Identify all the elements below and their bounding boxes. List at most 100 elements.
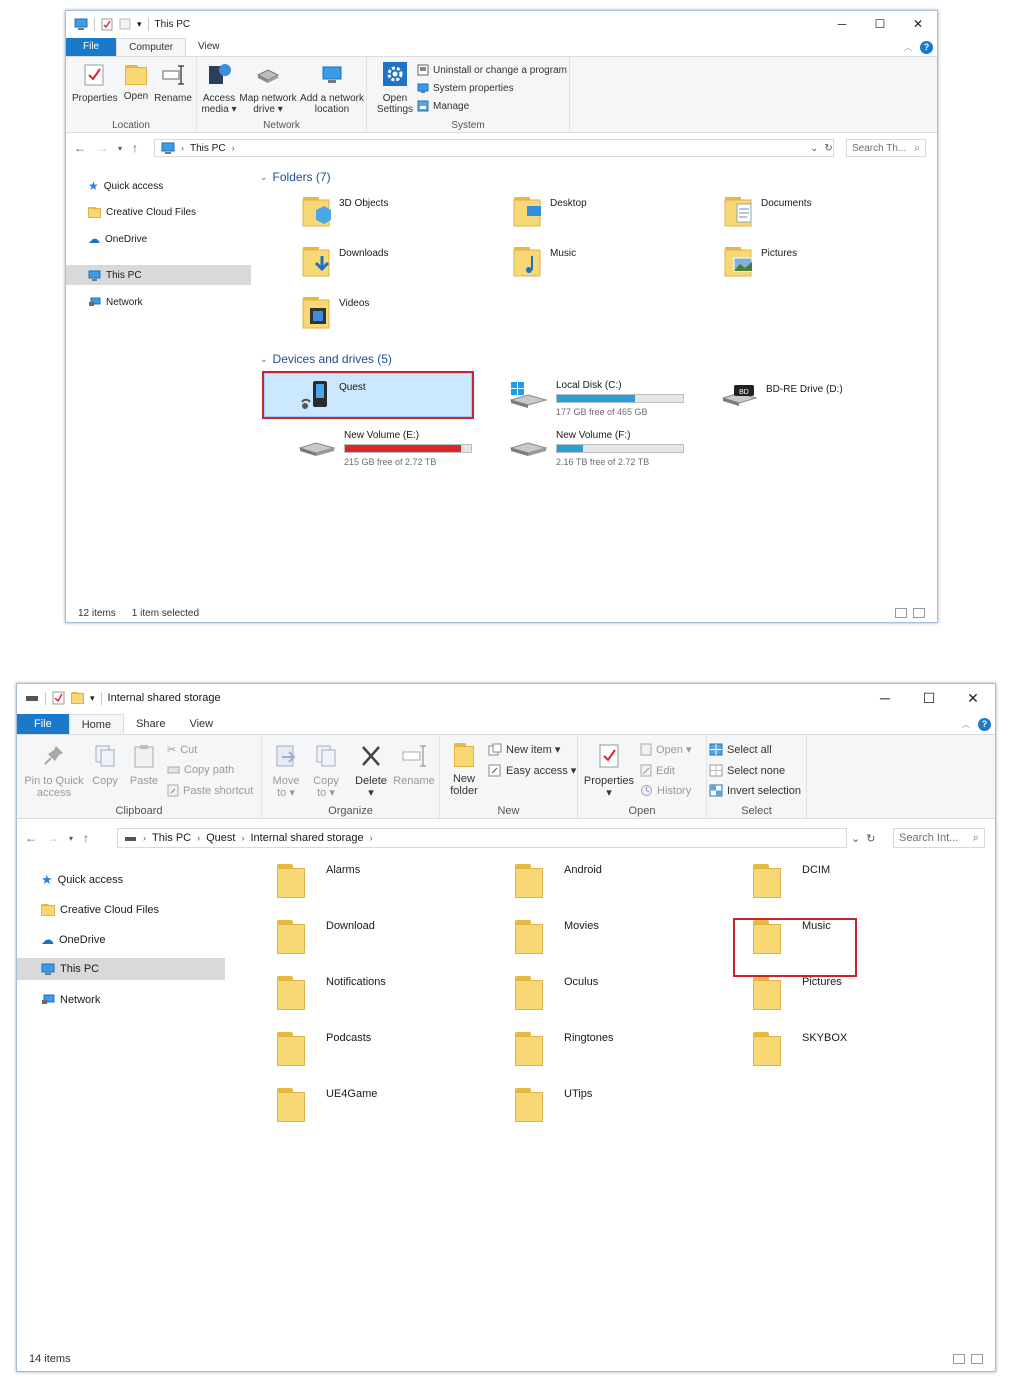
properties-button[interactable]: Properties — [72, 63, 118, 104]
copy-path-button[interactable]: Copy path — [167, 764, 234, 776]
folder-tile-music[interactable]: Music — [513, 244, 576, 278]
folder-tile-skybox[interactable]: SKYBOX — [753, 1032, 847, 1066]
large-icons-view-icon[interactable] — [971, 1354, 983, 1364]
move-to-button[interactable]: Move to ▾ — [268, 743, 304, 800]
drive-tile-f[interactable]: New Volume (F:) 2.16 TB free of 2.72 TB — [508, 426, 684, 467]
nav-item-creative-cloud[interactable]: Creative Cloud Files — [66, 201, 251, 223]
nav-item-onedrive[interactable]: ☁ OneDrive — [17, 928, 225, 952]
manage-button[interactable]: Manage — [417, 100, 469, 112]
tab-share[interactable]: Share — [124, 714, 177, 734]
breadcrumb-chevron-icon[interactable]: › — [197, 833, 200, 843]
recent-locations-icon[interactable]: ▾ — [69, 834, 73, 843]
nav-item-onedrive[interactable]: ☁ OneDrive — [66, 228, 251, 250]
nav-item-network[interactable]: Network — [66, 291, 251, 313]
pin-to-quick-access-button[interactable]: Pin to Quick access — [21, 743, 87, 800]
device-tile-quest[interactable]: Quest — [264, 373, 472, 417]
paste-button[interactable]: Paste — [127, 743, 161, 787]
drive-tile-c[interactable]: Local Disk (C:) 177 GB free of 465 GB — [508, 376, 684, 417]
new-folder-button[interactable]: New folder — [446, 743, 482, 798]
nav-item-this-pc[interactable]: This PC — [17, 958, 225, 980]
nav-item-quick-access[interactable]: ★ Quick access — [17, 868, 225, 892]
section-header-folders[interactable]: ⌄ Folders (7) — [260, 170, 331, 184]
breadcrumb-this-pc[interactable]: This PC — [152, 832, 191, 844]
breadcrumb-internal-storage[interactable]: Internal shared storage — [250, 832, 363, 844]
uninstall-program-button[interactable]: Uninstall or change a program — [417, 64, 567, 76]
breadcrumb-quest[interactable]: Quest — [206, 832, 235, 844]
refresh-icon[interactable]: ↻ — [866, 832, 875, 845]
back-arrow-icon[interactable]: ← — [25, 831, 37, 845]
folder-tile-android[interactable]: Android — [515, 864, 602, 898]
recent-locations-icon[interactable]: ▾ — [118, 144, 122, 153]
properties-button[interactable]: Properties ▾ — [582, 743, 636, 800]
tab-view[interactable]: View — [186, 38, 232, 56]
address-bar[interactable]: › This PC › — [154, 139, 834, 157]
tab-file[interactable]: File — [66, 38, 117, 56]
folder-tile-ue4game[interactable]: UE4Game — [277, 1088, 377, 1122]
folder-tile-dcim[interactable]: DCIM — [753, 864, 830, 898]
folder-tile-documents[interactable]: Documents — [724, 194, 812, 228]
new-folder-icon[interactable] — [119, 18, 131, 30]
open-settings-button[interactable]: Open Settings — [375, 61, 415, 116]
folder-tile-podcasts[interactable]: Podcasts — [277, 1032, 371, 1066]
properties-check-icon[interactable] — [52, 691, 65, 705]
maximize-button[interactable]: ☐ — [907, 684, 951, 712]
folder-tile-3d-objects[interactable]: 3D Objects — [302, 194, 388, 228]
folder-tile-alarms[interactable]: Alarms — [277, 864, 360, 898]
folder-tile-utips[interactable]: UTips — [515, 1088, 592, 1122]
back-arrow-icon[interactable]: ← — [74, 141, 86, 155]
breadcrumb-this-pc[interactable]: This PC — [190, 143, 226, 154]
folder-tile-ringtones[interactable]: Ringtones — [515, 1032, 614, 1066]
breadcrumb-chevron-icon[interactable]: › — [370, 833, 373, 843]
search-input[interactable]: Search Th... ⌕ — [846, 139, 926, 157]
tab-file[interactable]: File — [17, 714, 69, 734]
nav-item-this-pc[interactable]: This PC — [66, 265, 251, 285]
help-icon[interactable]: ? — [978, 717, 991, 731]
forward-arrow-icon[interactable]: → — [47, 831, 59, 845]
cut-button[interactable]: ✂ Cut — [167, 743, 197, 757]
breadcrumb-chevron-icon[interactable]: › — [241, 833, 244, 843]
folder-tile-pictures[interactable]: Pictures — [724, 244, 797, 278]
folder-tile-downloads[interactable]: Downloads — [302, 244, 388, 278]
minimize-button[interactable]: ─ — [823, 11, 861, 37]
copy-button[interactable]: Copy — [89, 743, 121, 787]
drive-tile-d[interactable]: BD BD-RE Drive (D:) — [720, 376, 843, 410]
collapse-ribbon-icon[interactable]: ︿ — [962, 719, 970, 730]
folder-tile-videos[interactable]: Videos — [302, 294, 369, 330]
folder-tile-oculus[interactable]: Oculus — [515, 976, 598, 1010]
breadcrumb-chevron-icon[interactable]: › — [181, 143, 184, 153]
copy-to-button[interactable]: Copy to ▾ — [308, 743, 344, 800]
invert-selection-button[interactable]: Invert selection — [709, 784, 801, 797]
paste-shortcut-button[interactable]: Paste shortcut — [167, 784, 253, 797]
nav-item-network[interactable]: Network — [17, 988, 225, 1012]
folder-tile-notifications[interactable]: Notifications — [277, 976, 386, 1010]
address-dropdown-icon[interactable]: ⌄ — [851, 832, 860, 845]
address-dropdown-icon[interactable]: ⌄ — [810, 143, 818, 154]
access-media-button[interactable]: Access media ▾ — [201, 61, 237, 116]
folder-tile-music[interactable]: Music — [753, 920, 831, 954]
details-view-icon[interactable] — [895, 608, 907, 618]
maximize-button[interactable]: ☐ — [861, 11, 899, 37]
delete-button[interactable]: Delete ▾ — [352, 743, 390, 800]
easy-access-button[interactable]: Easy access ▾ — [488, 764, 576, 777]
new-folder-icon[interactable] — [71, 692, 84, 704]
open-button[interactable]: Open — [121, 63, 151, 102]
rename-button[interactable]: Rename — [153, 63, 193, 104]
tab-view[interactable]: View — [177, 714, 225, 734]
section-header-devices[interactable]: ⌄ Devices and drives (5) — [260, 352, 392, 366]
folder-tile-movies[interactable]: Movies — [515, 920, 599, 954]
search-input[interactable]: Search Int... ⌕ — [893, 828, 985, 848]
rename-button[interactable]: Rename — [392, 743, 436, 787]
address-bar[interactable]: › This PC › Quest › Internal shared stor… — [117, 828, 847, 848]
add-network-location-button[interactable]: Add a network location — [299, 61, 365, 116]
minimize-button[interactable]: ─ — [863, 684, 907, 712]
details-view-icon[interactable] — [953, 1354, 965, 1364]
select-all-button[interactable]: Select all — [709, 743, 772, 756]
folder-tile-desktop[interactable]: Desktop — [513, 194, 587, 228]
edit-button[interactable]: Edit — [640, 764, 675, 777]
nav-item-creative-cloud[interactable]: Creative Cloud Files — [17, 898, 225, 922]
breadcrumb-chevron-icon[interactable]: › — [143, 833, 146, 843]
folder-tile-pictures[interactable]: Pictures — [753, 976, 842, 1010]
select-none-button[interactable]: Select none — [709, 764, 785, 777]
refresh-icon[interactable]: ↻ — [824, 143, 832, 154]
breadcrumb-chevron-icon[interactable]: › — [232, 143, 235, 153]
